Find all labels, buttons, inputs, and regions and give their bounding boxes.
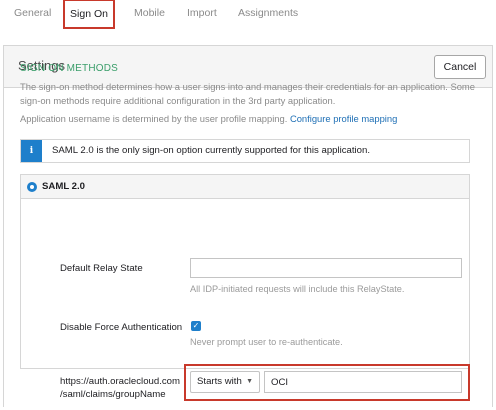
tab-assignments[interactable]: Assignments <box>238 0 298 29</box>
saml-label: SAML 2.0 <box>42 181 86 192</box>
info-icon: i <box>21 140 42 162</box>
info-message-text: SAML 2.0 is the only sign-on option curr… <box>52 145 371 156</box>
sign-on-description: The sign-on method determines how a user… <box>20 81 475 106</box>
info-message: i SAML 2.0 is the only sign-on option cu… <box>20 139 470 163</box>
tab-sign-on[interactable]: Sign On <box>63 0 115 29</box>
saml-header: SAML 2.0 <box>21 175 469 199</box>
tab-import[interactable]: Import <box>187 0 217 29</box>
relay-state-label: Default Relay State <box>60 263 143 274</box>
disable-force-auth-checkbox[interactable]: ✓ <box>191 321 201 331</box>
claim-match-value: Starts with <box>197 376 242 387</box>
sign-on-methods-heading: SIGN ON METHODS <box>20 63 119 74</box>
relay-state-input[interactable] <box>190 258 462 278</box>
disable-force-auth-hint: Never prompt user to re-authenticate. <box>190 337 343 347</box>
chevron-down-icon: ▼ <box>246 378 253 385</box>
tab-bar: General Sign On Mobile Import Assignment… <box>0 0 496 32</box>
claim-value-input[interactable] <box>264 371 462 393</box>
username-mapping-text: Application username is determined by th… <box>20 113 397 124</box>
username-mapping-label: Application username is determined by th… <box>20 113 288 124</box>
tab-mobile[interactable]: Mobile <box>134 0 165 29</box>
claim-match-select[interactable]: Starts with ▼ <box>190 371 260 393</box>
relay-state-hint: All IDP-initiated requests will include … <box>190 284 405 294</box>
disable-force-auth-label: Disable Force Authentication <box>60 322 183 333</box>
configure-profile-mapping-link[interactable]: Configure profile mapping <box>290 113 397 124</box>
group-claim-label-line1: https://auth.oraclecloud.com <box>60 376 180 387</box>
group-claim-label-line2: /saml/claims/groupName <box>60 389 166 400</box>
tab-general[interactable]: General <box>14 0 51 29</box>
cancel-button[interactable]: Cancel <box>434 55 486 79</box>
saml-radio-button[interactable] <box>27 182 37 192</box>
